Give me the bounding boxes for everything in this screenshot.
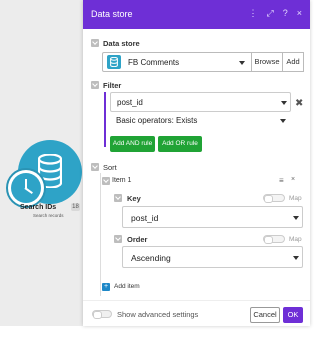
add-icon[interactable]: + [102, 283, 110, 291]
module-subtitle: Search records [33, 213, 64, 218]
browse-button[interactable]: Browse [251, 52, 283, 72]
filter-field-input[interactable]: post_id [110, 92, 291, 112]
module-id-badge: 18 [71, 203, 80, 211]
canvas-bottom-strip [0, 326, 333, 338]
chevron-down-icon[interactable] [91, 163, 99, 171]
help-icon[interactable]: ? [283, 8, 288, 19]
database-icon [107, 55, 121, 69]
order-map-toggle[interactable] [263, 235, 285, 244]
reorder-icon[interactable]: ≡ [279, 176, 284, 185]
filter-field-value: post_id [117, 98, 143, 107]
advanced-settings-toggle[interactable] [92, 310, 112, 319]
key-label: Key [127, 194, 141, 203]
add-data-store-button[interactable]: Add [282, 52, 304, 72]
chevron-down-icon [293, 256, 299, 260]
filter-label: Filter [103, 81, 122, 90]
chevron-down-icon [280, 119, 286, 123]
chevron-down-icon[interactable] [102, 177, 110, 185]
remove-item-icon[interactable]: × [291, 176, 295, 183]
clock-face [11, 173, 41, 203]
data-store-label: Data store [103, 39, 140, 48]
chevron-down-icon [281, 101, 287, 105]
cancel-button[interactable]: Cancel [250, 307, 280, 323]
header-icons: ⋮ ⤢ ? × [249, 8, 302, 19]
add-or-rule-button[interactable]: Add OR rule [158, 136, 202, 152]
panel-title: Data store [91, 9, 133, 19]
sort-order-value: Ascending [131, 253, 171, 263]
filter-operator-value: Basic operators: Exists [116, 116, 198, 125]
filter-operator-select[interactable]: Basic operators: Exists [110, 116, 291, 128]
filter-group-bar [104, 92, 106, 147]
add-and-rule-button[interactable]: Add AND rule [110, 136, 155, 152]
remove-rule-icon[interactable]: ✖ [295, 98, 303, 109]
ok-button[interactable]: OK [283, 307, 303, 323]
chevron-down-icon [239, 61, 245, 65]
data-store-panel: Data store ⋮ ⤢ ? × Data store FB Comment… [83, 0, 310, 326]
advanced-settings-label: Show advanced settings [117, 310, 199, 319]
panel-footer: Show advanced settings Cancel OK [83, 300, 310, 326]
chevron-down-icon[interactable] [114, 194, 122, 202]
more-vertical-icon[interactable]: ⋮ [249, 8, 258, 19]
data-store-select[interactable]: FB Comments Browse Add [102, 52, 304, 72]
chevron-down-icon[interactable] [91, 39, 99, 47]
sort-item-label: Item 1 [112, 177, 132, 184]
sort-order-select[interactable]: Ascending [122, 246, 303, 268]
sort-label: Sort [103, 163, 117, 172]
chevron-down-icon [293, 216, 299, 220]
sort-key-input[interactable]: post_id [122, 206, 303, 228]
order-map-label: Map [289, 236, 302, 243]
panel-header: Data store ⋮ ⤢ ? × [83, 0, 310, 29]
sort-key-value: post_id [131, 213, 159, 223]
expand-icon[interactable]: ⤢ [267, 8, 274, 19]
clock-icon[interactable] [6, 168, 46, 208]
key-map-label: Map [289, 195, 302, 202]
chevron-down-icon[interactable] [91, 81, 99, 89]
key-map-toggle[interactable] [263, 194, 285, 203]
order-label: Order [127, 235, 148, 244]
close-icon[interactable]: × [297, 8, 302, 19]
chevron-down-icon[interactable] [114, 235, 122, 243]
data-store-value: FB Comments [128, 58, 180, 67]
add-item-link[interactable]: Add item [114, 283, 140, 290]
